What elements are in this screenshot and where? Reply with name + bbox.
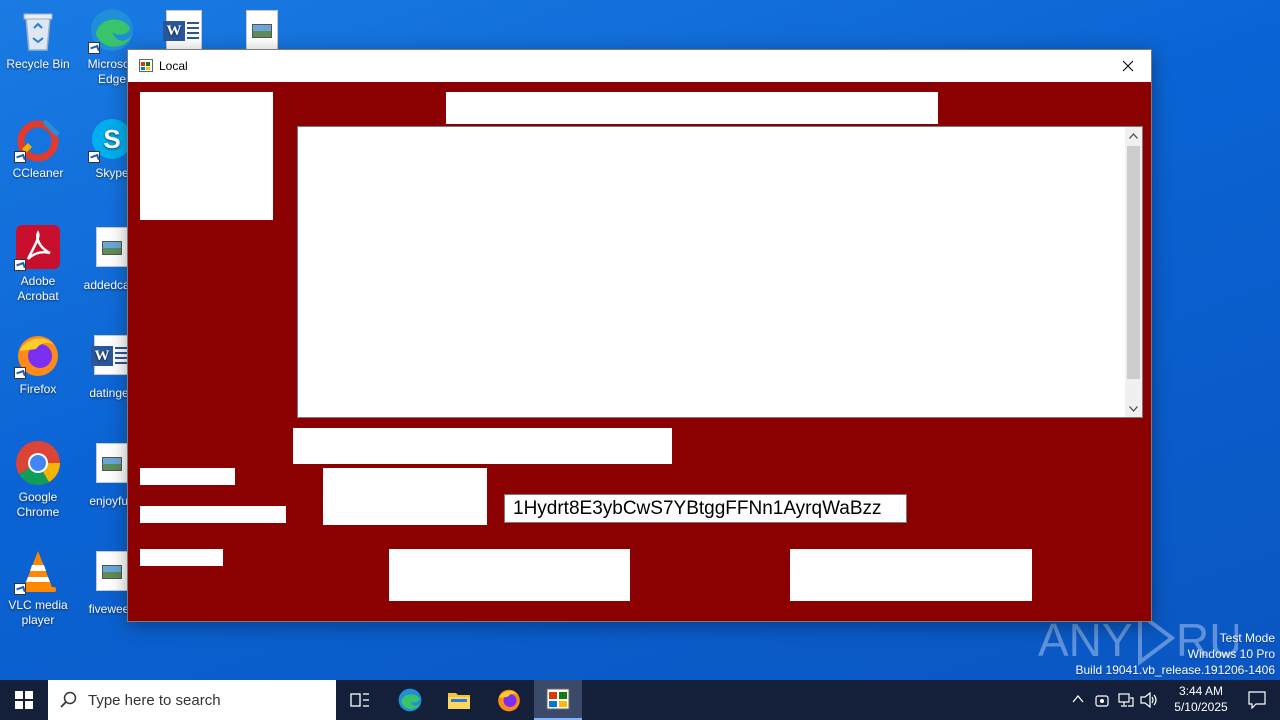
chrome-icon bbox=[14, 439, 62, 487]
desktop-icon-label: Adobe Acrobat bbox=[17, 274, 59, 303]
folder-icon bbox=[448, 693, 470, 709]
chevron-up-icon[interactable] bbox=[1072, 694, 1084, 704]
shortcut-arrow-icon bbox=[88, 151, 100, 163]
window-title: Local bbox=[159, 59, 188, 73]
image-file-icon bbox=[246, 10, 278, 50]
taskbar-edge[interactable] bbox=[386, 680, 434, 720]
start-button[interactable] bbox=[0, 680, 48, 720]
network-icon[interactable] bbox=[1118, 692, 1134, 708]
desktop-icon-google-chrome[interactable]: Google Chrome bbox=[0, 439, 76, 520]
chevron-up-icon bbox=[1129, 132, 1138, 139]
word-document-icon: W bbox=[91, 335, 130, 375]
scroll-down-button[interactable] bbox=[1125, 400, 1142, 417]
desktop-icon-firefox[interactable]: Firefox bbox=[0, 331, 76, 397]
taskbar-file-explorer[interactable] bbox=[435, 680, 483, 720]
shortcut-arrow-icon bbox=[14, 151, 26, 163]
info-label-box bbox=[293, 428, 672, 464]
task-view-icon bbox=[350, 693, 369, 707]
message-textarea[interactable] bbox=[297, 126, 1143, 418]
chevron-down-icon bbox=[1129, 405, 1138, 412]
windows-test-mode-watermark: Test Mode Windows 10 Pro Build 19041.vb_… bbox=[1076, 630, 1276, 678]
scroll-up-button[interactable] bbox=[1125, 127, 1142, 144]
app-window-icon bbox=[139, 59, 153, 72]
image-file-icon bbox=[96, 443, 128, 483]
task-view-button[interactable] bbox=[336, 680, 384, 720]
search-placeholder: Type here to search bbox=[88, 692, 221, 709]
watermark-line: Test Mode bbox=[1219, 631, 1275, 645]
ccleaner-icon bbox=[14, 115, 62, 163]
edge-icon bbox=[398, 688, 422, 712]
shortcut-arrow-icon bbox=[88, 42, 100, 54]
desktop-icon-recycle-bin[interactable]: Recycle Bin bbox=[0, 6, 76, 72]
shortcut-arrow-icon bbox=[14, 259, 26, 271]
desktop-icon-ccleaner[interactable]: CCleaner bbox=[0, 115, 76, 181]
taskbar-clock[interactable]: 3:44 AM 5/10/2025 bbox=[1158, 683, 1244, 715]
vertical-scrollbar[interactable] bbox=[1125, 127, 1142, 417]
desktop-icon-adobe-acrobat[interactable]: Adobe Acrobat bbox=[0, 223, 76, 304]
desktop-icon-vlc[interactable]: VLC media player bbox=[0, 547, 76, 628]
windows-logo-icon bbox=[15, 691, 33, 709]
taskbar-firefox[interactable] bbox=[485, 680, 533, 720]
firefox-icon bbox=[498, 689, 520, 712]
search-icon bbox=[60, 691, 77, 708]
app-window-icon bbox=[546, 688, 570, 710]
taskbar-search-box[interactable]: Type here to search bbox=[48, 680, 336, 720]
desktop-icon-label: VLC media player bbox=[8, 598, 68, 627]
close-button[interactable] bbox=[1105, 50, 1151, 82]
system-tray: 3:44 AM 5/10/2025 bbox=[1060, 680, 1280, 720]
clock-date: 5/10/2025 bbox=[1174, 700, 1228, 714]
edge-icon bbox=[88, 6, 136, 54]
volume-icon[interactable] bbox=[1140, 692, 1158, 708]
firefox-icon bbox=[14, 331, 62, 379]
header-label-box bbox=[446, 92, 938, 124]
title-bar[interactable]: Local bbox=[128, 50, 1151, 82]
scrollbar-thumb[interactable] bbox=[1127, 146, 1140, 379]
vlc-cone-icon bbox=[14, 547, 62, 595]
shortcut-arrow-icon bbox=[14, 583, 26, 595]
bitcoin-address-field[interactable]: 1Hydrt8E3ybCwS7YBtggFFNn1AyrqWaBzz bbox=[504, 494, 907, 523]
svg-text:S: S bbox=[103, 124, 120, 154]
desktop-icon-label: Firefox bbox=[19, 382, 57, 396]
left-label-box bbox=[140, 549, 223, 566]
image-file-icon bbox=[96, 551, 128, 591]
clock-time: 3:44 AM bbox=[1178, 684, 1224, 698]
window-content: 1Hydrt8E3ybCwS7YBtggFFNn1AyrqWaBzz bbox=[128, 82, 1151, 621]
image-box bbox=[140, 92, 273, 220]
notification-icon[interactable] bbox=[1248, 691, 1266, 709]
action-button-left[interactable] bbox=[389, 549, 630, 601]
left-label-box bbox=[140, 468, 235, 485]
desktop-icon-label: Recycle Bin bbox=[6, 57, 70, 71]
shortcut-arrow-icon bbox=[14, 367, 26, 379]
watermark-line: Windows 10 Pro bbox=[1187, 647, 1275, 661]
meet-now-icon[interactable] bbox=[1095, 692, 1109, 708]
recycle-bin-icon bbox=[14, 6, 62, 54]
taskbar: Type here to search 3:44 AM 5/10/2025 bbox=[0, 680, 1280, 720]
action-button-right[interactable] bbox=[790, 549, 1032, 601]
app-window: Local 1Hydrt8E3ybCwS7YBtggFFNn1AyrqWaBzz bbox=[127, 49, 1152, 622]
bitcoin-image-box bbox=[323, 468, 487, 525]
image-file-icon bbox=[96, 227, 128, 267]
taskbar-local-app[interactable] bbox=[534, 680, 582, 720]
close-icon bbox=[1122, 60, 1134, 72]
desktop-icon-label: Google Chrome bbox=[16, 490, 60, 519]
watermark-line: Build 19041.vb_release.191206-1406 bbox=[1075, 663, 1276, 677]
desktop-icon-label: CCleaner bbox=[12, 166, 64, 180]
word-document-icon: W bbox=[163, 10, 202, 50]
adobe-acrobat-icon bbox=[14, 223, 62, 271]
left-label-box bbox=[140, 506, 286, 523]
